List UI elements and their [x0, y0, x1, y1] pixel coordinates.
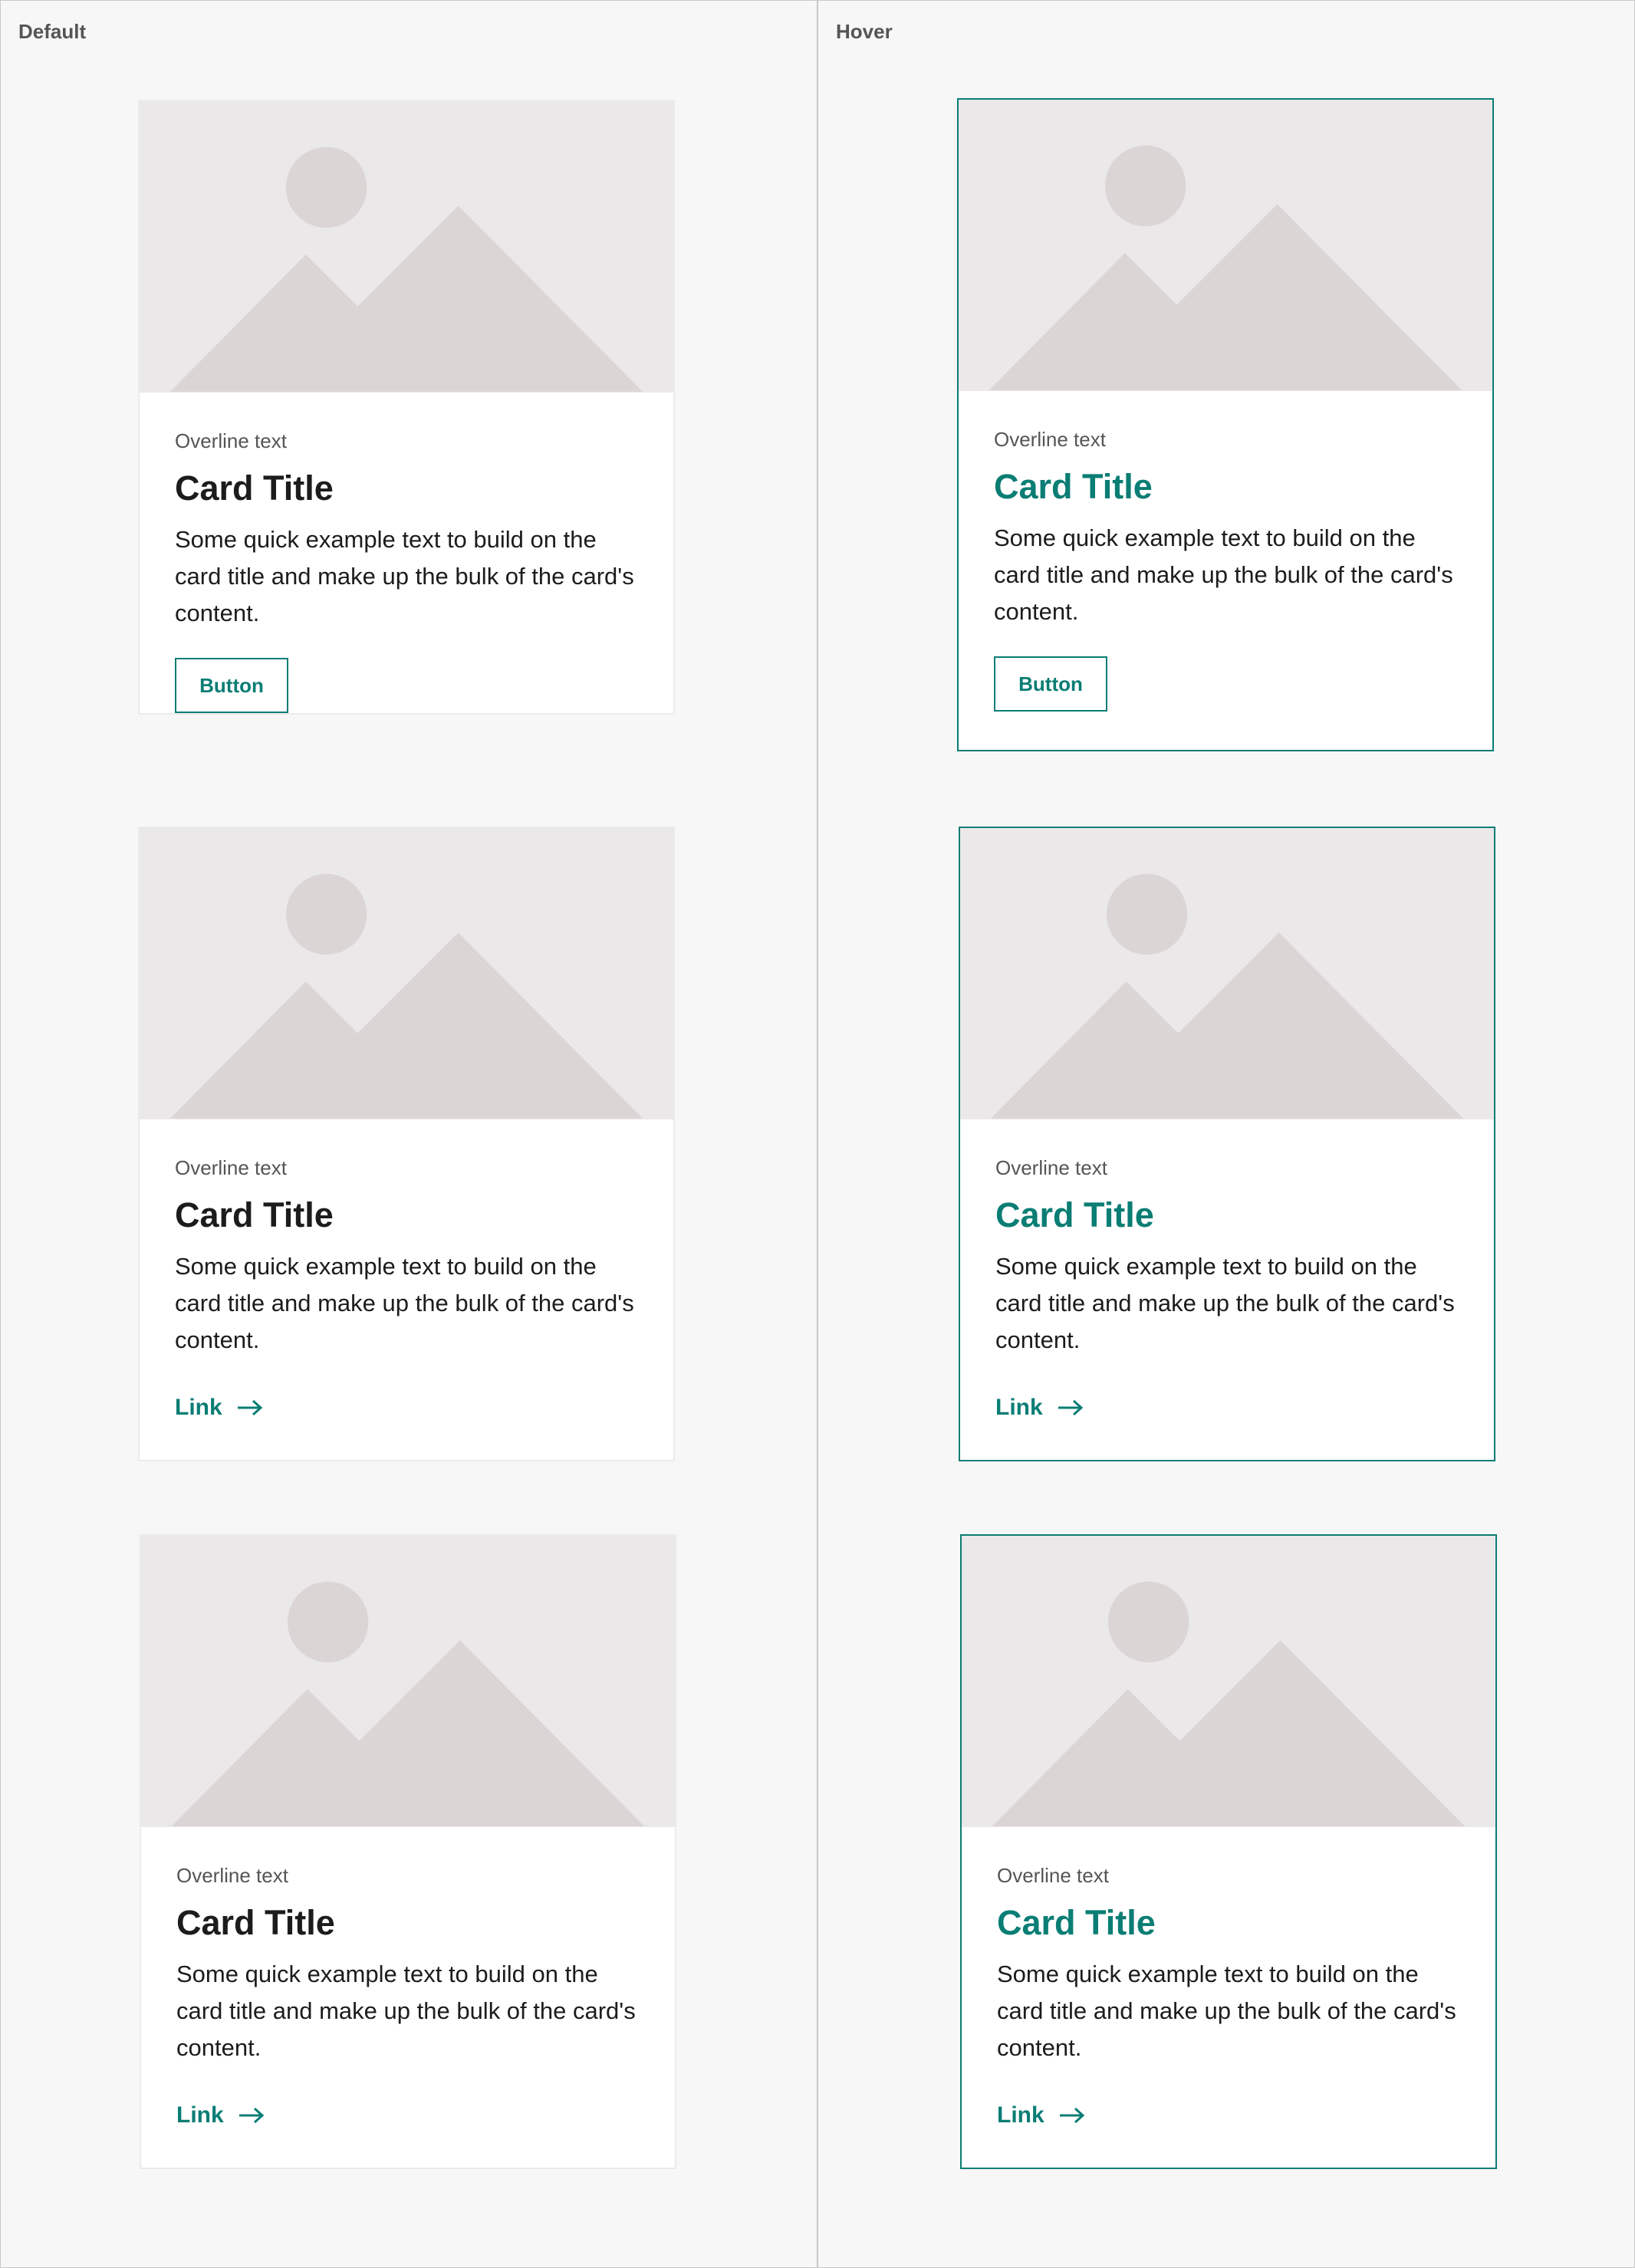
- image-placeholder-icon: [960, 828, 1494, 1119]
- arrow-right-icon: [1058, 2106, 1086, 2125]
- card-title: Card Title: [176, 1903, 335, 1942]
- card-description: Some quick example text to build on the …: [175, 1253, 634, 1353]
- card-hover-link[interactable]: Overline text Card Title Some quick exam…: [960, 1534, 1497, 2169]
- card-title: Card Title: [995, 1195, 1154, 1234]
- image-placeholder-icon: [959, 100, 1492, 391]
- card-overline: Overline text: [175, 1156, 287, 1179]
- card-description: Some quick example text to build on the …: [995, 1253, 1455, 1353]
- card-title: Card Title: [175, 1195, 334, 1234]
- card-link-label: Link: [995, 1395, 1043, 1420]
- image-placeholder-icon: [140, 828, 673, 1119]
- card-link[interactable]: Link: [997, 2100, 1460, 2131]
- column-label-default: Default: [18, 20, 87, 43]
- arrow-right-icon: [1057, 1399, 1084, 1417]
- card-link-label: Link: [176, 2102, 224, 2128]
- card-description: Some quick example text to build on the …: [175, 526, 634, 626]
- card-link-label: Link: [997, 2102, 1044, 2128]
- card-hover-button[interactable]: Overline text Card Title Some quick exam…: [957, 98, 1494, 751]
- card-overline: Overline text: [175, 429, 287, 452]
- card-overline: Overline text: [176, 1864, 288, 1887]
- card-overline: Overline text: [995, 1156, 1107, 1179]
- card-link[interactable]: Link: [176, 2100, 640, 2131]
- card-link[interactable]: Link: [995, 1392, 1459, 1423]
- card-overline: Overline text: [994, 428, 1106, 451]
- column-label-hover: Hover: [836, 20, 893, 43]
- image-placeholder-icon: [962, 1536, 1495, 1827]
- arrow-right-icon: [236, 1399, 264, 1417]
- card-default-button[interactable]: Overline text Card Title Some quick exam…: [138, 100, 675, 715]
- arrow-right-icon: [238, 2106, 265, 2125]
- image-placeholder-icon: [141, 1536, 675, 1827]
- card-button[interactable]: Button: [994, 656, 1107, 712]
- card-description: Some quick example text to build on the …: [176, 1961, 636, 2061]
- card-title: Card Title: [994, 467, 1153, 506]
- card-overline: Overline text: [997, 1864, 1109, 1887]
- card-description: Some quick example text to build on the …: [997, 1961, 1456, 2061]
- card-link[interactable]: Link: [175, 1392, 638, 1423]
- card-default-link[interactable]: Overline text Card Title Some quick exam…: [140, 1534, 676, 2169]
- column-divider: [817, 0, 818, 2268]
- card-title: Card Title: [175, 468, 334, 508]
- card-description: Some quick example text to build on the …: [994, 524, 1453, 625]
- card-link-label: Link: [175, 1395, 222, 1420]
- card-button[interactable]: Button: [175, 658, 288, 713]
- card-title: Card Title: [997, 1903, 1156, 1942]
- card-default-link[interactable]: Overline text Card Title Some quick exam…: [138, 827, 675, 1461]
- card-hover-link[interactable]: Overline text Card Title Some quick exam…: [959, 827, 1495, 1461]
- image-placeholder-icon: [140, 101, 673, 393]
